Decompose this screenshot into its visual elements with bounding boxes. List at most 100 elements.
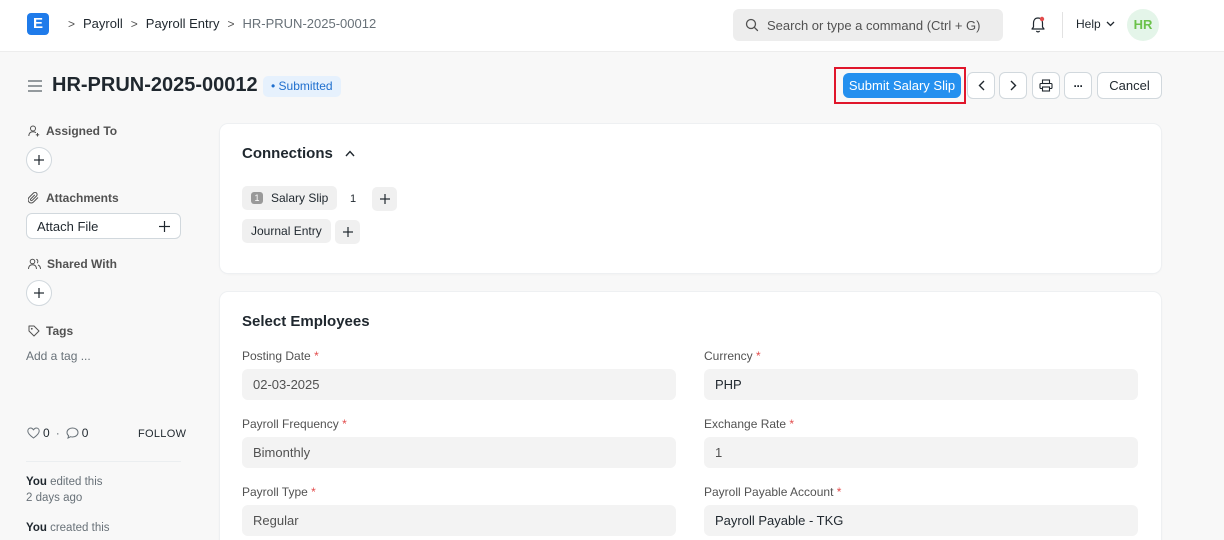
payroll-type-field[interactable]: Regular — [242, 505, 676, 536]
attach-file-button[interactable]: Attach File — [26, 213, 181, 239]
required-mark: * — [311, 485, 316, 499]
chevron-right-icon: > — [130, 16, 138, 31]
posting-date-field[interactable]: 02-03-2025 — [242, 369, 676, 400]
follow-button[interactable]: FOLLOW — [138, 428, 186, 440]
journal-entry-label: Journal Entry — [251, 224, 322, 238]
posting-date-label-text: Posting Date — [242, 349, 311, 363]
breadcrumb-payroll[interactable]: Payroll — [83, 16, 123, 31]
payroll-payable-account-label-text: Payroll Payable Account — [704, 485, 834, 499]
comments-count: 0 — [81, 426, 89, 440]
exchange-rate-field[interactable]: 1 — [704, 437, 1138, 468]
currency-field[interactable]: PHP — [704, 369, 1138, 400]
app-logo-icon[interactable]: E — [27, 13, 49, 35]
payroll-type-label-text: Payroll Type — [242, 485, 308, 499]
help-label: Help — [1076, 17, 1101, 31]
select-employees-title: Select Employees — [242, 313, 370, 330]
currency-label-text: Currency — [704, 349, 753, 363]
more-actions-button[interactable]: ··· — [1064, 72, 1092, 99]
users-icon — [28, 258, 41, 270]
print-button[interactable] — [1032, 72, 1060, 99]
status-badge: • Submitted — [263, 76, 341, 97]
payroll-frequency-field[interactable]: Bimonthly — [242, 437, 676, 468]
attach-file-label: Attach File — [37, 218, 99, 234]
cancel-button[interactable]: Cancel — [1097, 72, 1162, 99]
heart-icon[interactable] — [27, 427, 40, 439]
avatar[interactable]: HR — [1127, 9, 1159, 41]
salary-slip-link[interactable]: 1 Salary Slip — [242, 186, 338, 210]
search-icon — [745, 18, 759, 32]
dot-separator: · — [55, 426, 60, 440]
status-text: Submitted — [278, 79, 333, 93]
tags-label: Tags — [46, 324, 74, 338]
add-tag-link[interactable]: Add a tag ... — [26, 349, 91, 363]
hamburger-icon[interactable] — [28, 80, 42, 95]
breadcrumb: > Payroll > Payroll Entry > HR-PRUN-2025… — [60, 16, 376, 31]
activity-edited: You edited this 2 days ago — [26, 474, 103, 506]
connections-title: Connections — [242, 145, 333, 162]
payroll-frequency-label: Payroll Frequency * — [242, 417, 347, 431]
plus-icon — [379, 194, 390, 204]
connections-header[interactable]: Connections — [242, 145, 355, 162]
tag-icon — [28, 325, 40, 337]
attachments-label: Attachments — [46, 191, 119, 205]
user-plus-icon — [28, 125, 40, 137]
breadcrumb-payroll-entry[interactable]: Payroll Entry — [146, 16, 220, 31]
activity-time: 2 days ago — [26, 492, 83, 504]
comment-icon[interactable] — [66, 427, 79, 439]
next-doc-button[interactable] — [999, 72, 1027, 99]
payroll-payable-account-label: Payroll Payable Account * — [704, 485, 841, 499]
previous-doc-button[interactable] — [967, 72, 995, 99]
add-journal-entry-button[interactable] — [335, 220, 360, 244]
shared-with-section: Shared With — [28, 257, 117, 271]
exchange-rate-label-text: Exchange Rate — [704, 417, 787, 431]
payroll-frequency-label-text: Payroll Frequency — [242, 417, 339, 431]
assigned-to-section: Assigned To — [28, 124, 117, 138]
top-navbar: E > Payroll > Payroll Entry > HR-PRUN-20… — [0, 0, 1224, 52]
select-employees-card: Select Employees Posting Date * 02-03-20… — [220, 292, 1161, 540]
search-input[interactable]: Search or type a command (Ctrl + G) — [733, 9, 1003, 41]
required-mark: * — [342, 417, 347, 431]
breadcrumb-current-doc[interactable]: HR-PRUN-2025-00012 — [243, 16, 377, 31]
add-share-button[interactable] — [26, 280, 52, 306]
add-salary-slip-button[interactable] — [372, 187, 397, 211]
likes-count: 0 — [43, 426, 50, 440]
activity-actor: You — [26, 476, 47, 488]
salary-slip-label: Salary Slip — [271, 191, 329, 205]
page-title: HR-PRUN-2025-00012 — [52, 74, 258, 96]
chevron-down-icon — [1106, 21, 1115, 27]
currency-label: Currency * — [704, 349, 761, 363]
attachments-section: Attachments — [28, 191, 119, 205]
activity-action: edited this — [46, 476, 103, 488]
exchange-rate-label: Exchange Rate * — [704, 417, 794, 431]
more-icon: ··· — [1073, 78, 1084, 93]
plus-icon — [34, 288, 44, 298]
help-dropdown[interactable]: Help — [1076, 17, 1115, 31]
chevron-up-icon — [345, 150, 355, 157]
navbar-divider — [1062, 12, 1063, 38]
connections-card: Connections 1 Salary Slip 1 Journal Entr… — [220, 124, 1161, 273]
journal-entry-link[interactable]: Journal Entry — [242, 219, 331, 243]
plus-icon — [342, 227, 353, 237]
salary-slip-count: 1 — [350, 193, 357, 205]
payroll-payable-account-field[interactable]: Payroll Payable - TKG — [704, 505, 1138, 536]
add-assignee-button[interactable] — [26, 147, 52, 173]
paperclip-icon — [28, 192, 39, 204]
bell-icon[interactable] — [1030, 16, 1046, 37]
submit-salary-slip-button[interactable]: Submit Salary Slip — [843, 73, 961, 98]
shared-with-label: Shared With — [47, 257, 117, 271]
required-mark: * — [314, 349, 319, 363]
chevron-right-icon: > — [68, 16, 76, 31]
chevron-right-icon — [1010, 80, 1016, 91]
plus-icon — [34, 155, 44, 165]
required-mark: * — [789, 417, 795, 431]
payroll-type-label: Payroll Type * — [242, 485, 316, 499]
chevron-left-icon — [978, 80, 984, 91]
likes-comments: 0 · 0 — [27, 426, 94, 440]
assigned-to-label: Assigned To — [46, 124, 118, 138]
required-mark: * — [836, 485, 842, 499]
sidebar-divider — [26, 461, 181, 462]
activity-action: created this — [46, 522, 110, 534]
activity-actor: You — [26, 522, 47, 534]
posting-date-label: Posting Date * — [242, 349, 319, 363]
search-placeholder: Search or type a command (Ctrl + G) — [767, 17, 981, 33]
